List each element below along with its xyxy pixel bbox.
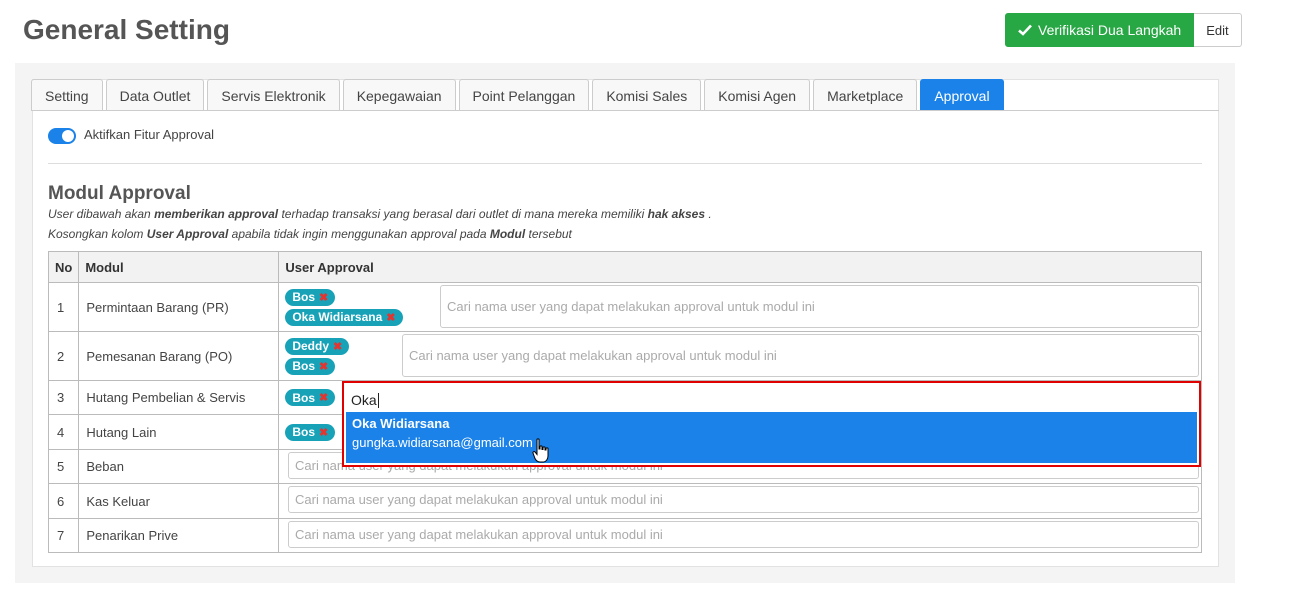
autocomplete-search-input[interactable]: Oka [348,387,1195,413]
remove-tag-icon[interactable]: ✖ [319,360,328,373]
tab-kepegawaian[interactable]: Kepegawaian [342,79,456,111]
approval-toggle-label: Aktifkan Fitur Approval [84,127,215,142]
user-tag: Bos ✖ [285,423,336,441]
header-actions: Verifikasi Dua Langkah Edit [1005,13,1242,47]
section-description-2: Kosongkan kolom User Approval apabila ti… [48,227,572,241]
tab-marketplace[interactable]: Marketplace [813,79,918,111]
user-tag: Bos ✖ [285,389,336,406]
verify-two-step-button[interactable]: Verifikasi Dua Langkah [1005,13,1195,47]
tab-point-pelanggan[interactable]: Point Pelanggan [458,79,590,111]
verify-button-label: Verifikasi Dua Langkah [1038,22,1182,38]
user-autocomplete: Oka Oka Widiarsana gungka.widiarsana@gma… [342,381,1201,467]
option-name: Oka Widiarsana [352,416,450,431]
text-caret [377,392,379,408]
remove-tag-icon[interactable]: ✖ [319,291,328,304]
col-user-approval: User Approval [278,251,1202,283]
user-tag: Oka Widiarsana ✖ [285,308,403,326]
user-tag: Bos ✖ [285,357,336,375]
user-search-input[interactable]: Cari nama user yang dapat melakukan appr… [288,486,1199,513]
user-search-input[interactable]: Cari nama user yang dapat melakukan appr… [288,521,1199,548]
hand-cursor-icon [532,438,549,463]
user-search-input[interactable]: Cari nama user yang dapat melakukan appr… [440,285,1199,328]
tab-data-outlet[interactable]: Data Outlet [105,79,205,111]
remove-tag-icon[interactable]: ✖ [386,311,395,324]
tab-komisi-agen[interactable]: Komisi Agen [704,79,811,111]
autocomplete-option[interactable]: Oka Widiarsana gungka.widiarsana@gmail.c… [346,412,1197,463]
col-modul: Modul [78,251,280,283]
remove-tag-icon[interactable]: ✖ [333,340,342,353]
section-description-1: User dibawah akan memberikan approval te… [48,207,712,221]
remove-tag-icon[interactable]: ✖ [319,391,328,404]
tab-setting[interactable]: Setting [31,79,103,111]
toggle-knob [62,130,74,142]
tab-komisi-sales[interactable]: Komisi Sales [592,79,702,111]
approval-toggle[interactable] [48,128,76,144]
divider [48,163,1202,164]
user-tag: Bos ✖ [285,288,336,306]
tab-servis-elektronik[interactable]: Servis Elektronik [207,79,340,111]
settings-tabs: Setting Data Outlet Servis Elektronik Ke… [31,79,1007,111]
check-icon [1018,24,1032,36]
tabs-divider [32,110,1219,111]
section-title: Modul Approval [48,183,191,204]
tab-approval[interactable]: Approval [920,79,1004,111]
remove-tag-icon[interactable]: ✖ [319,426,328,439]
user-tag: Deddy ✖ [285,337,350,355]
page-title: General Setting [23,14,230,45]
option-email: gungka.widiarsana@gmail.com [352,435,533,450]
user-search-input[interactable]: Cari nama user yang dapat melakukan appr… [402,334,1199,377]
col-no: No [47,251,80,283]
edit-button[interactable]: Edit [1194,13,1242,47]
